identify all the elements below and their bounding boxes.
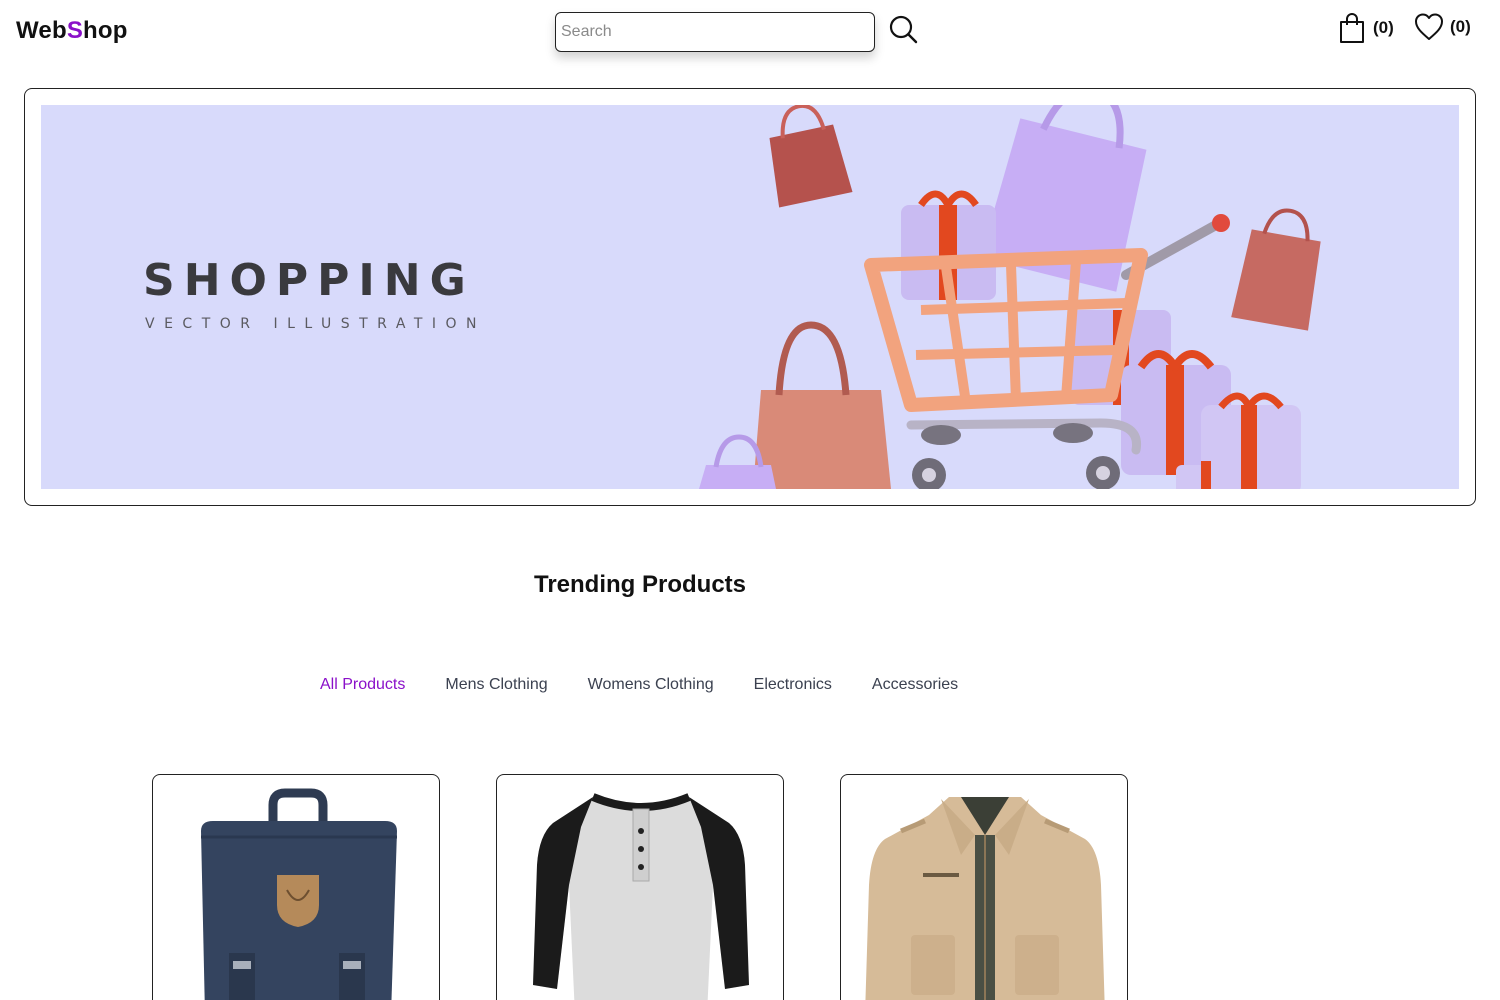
- site-logo[interactable]: WebShop: [16, 17, 128, 45]
- shopping-cart-illustration: [699, 105, 1321, 489]
- site-header: WebShop (0) (0): [0, 0, 1500, 64]
- search-button[interactable]: [887, 13, 919, 45]
- product-card[interactable]: [496, 774, 784, 1000]
- hero-banner[interactable]: SHOPPING VECTOR ILLUSTRATION: [41, 105, 1459, 489]
- backpack-image: [201, 788, 397, 1000]
- logo-text-accent: S: [66, 17, 84, 44]
- wishlist-count: (0): [1450, 17, 1471, 36]
- tab-all-products[interactable]: All Products: [300, 676, 425, 694]
- cart-button[interactable]: (0): [1337, 12, 1394, 44]
- wishlist-button[interactable]: (0): [1414, 12, 1471, 42]
- search-icon: [889, 15, 918, 44]
- tab-accessories[interactable]: Accessories: [852, 676, 978, 694]
- logo-text-web: Web: [16, 17, 67, 44]
- hero-banner-frame: SHOPPING VECTOR ILLUSTRATION: [24, 88, 1476, 506]
- cart-count: (0): [1373, 18, 1394, 37]
- trending-products-title: Trending Products: [533, 571, 746, 598]
- jacket-image: [865, 797, 1105, 1000]
- search-input[interactable]: [555, 12, 875, 52]
- product-category-tabs: All Products Mens Clothing Womens Clothi…: [300, 676, 978, 694]
- tab-womens-clothing[interactable]: Womens Clothing: [568, 676, 734, 694]
- logo-text-hop: hop: [83, 17, 128, 44]
- product-card[interactable]: [152, 774, 440, 1000]
- heart-icon: [1415, 13, 1443, 40]
- shopping-bag-icon: [1340, 13, 1364, 43]
- product-card[interactable]: [840, 774, 1128, 1000]
- tab-mens-clothing[interactable]: Mens Clothing: [425, 676, 567, 694]
- henley-shirt-image: [533, 793, 749, 1000]
- tab-electronics[interactable]: Electronics: [734, 676, 852, 694]
